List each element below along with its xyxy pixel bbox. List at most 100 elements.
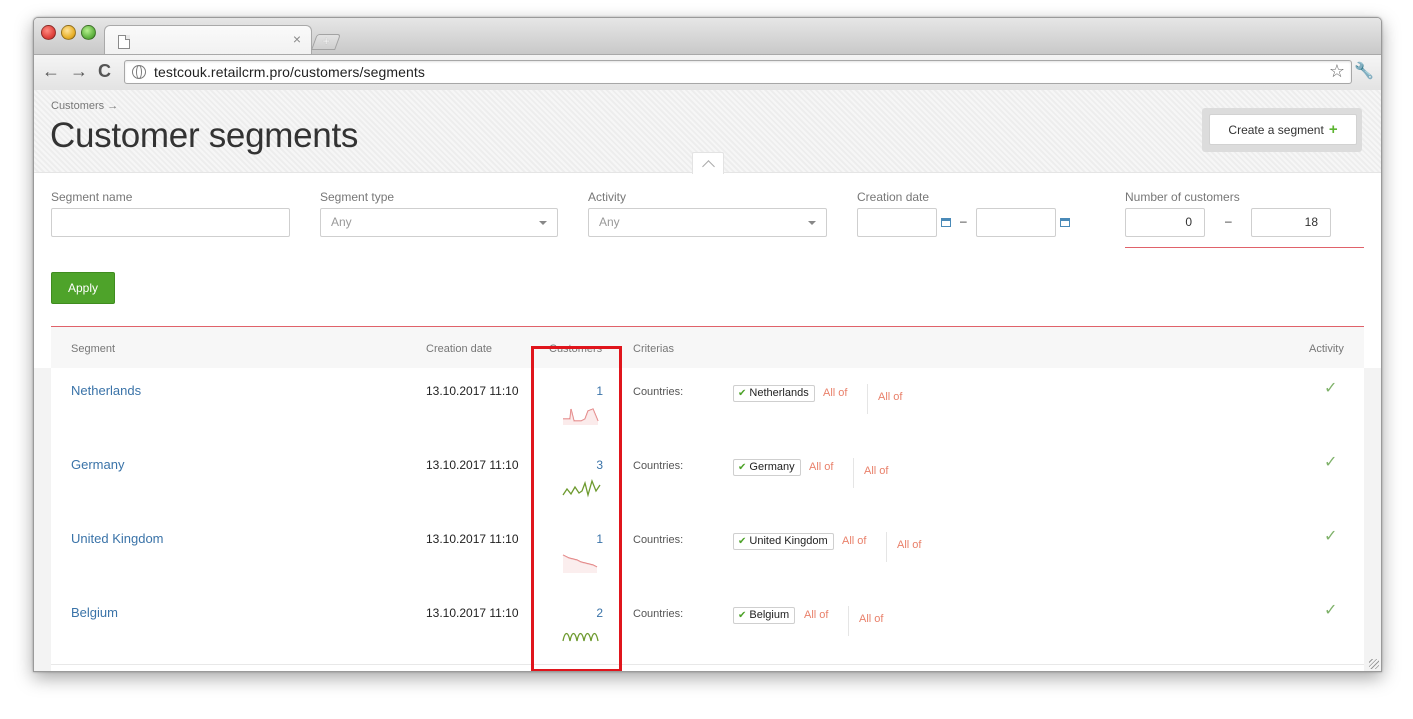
- customers-count-link[interactable]: 2: [591, 606, 603, 620]
- chevron-up-icon: [701, 160, 715, 173]
- col-customers[interactable]: Customers: [549, 343, 602, 355]
- all-of-link[interactable]: All of: [823, 387, 847, 399]
- breadcrumb[interactable]: Customers →: [51, 100, 118, 112]
- close-window-button[interactable]: [41, 25, 56, 40]
- zoom-window-button[interactable]: [81, 25, 96, 40]
- customers-sparkline: [563, 408, 599, 425]
- browser-toolbar: ← → C testcouk.retailcrm.pro/customers/s…: [34, 54, 1381, 91]
- segment-type-select[interactable]: Any: [320, 208, 558, 237]
- creation-date-from-input[interactable]: [857, 208, 937, 237]
- activity-label: Activity: [588, 190, 627, 204]
- creation-date: 13.10.2017 11:10: [426, 606, 519, 620]
- criteria-label: Countries:: [633, 534, 684, 546]
- col-segment[interactable]: Segment: [71, 343, 115, 355]
- segment-name-input[interactable]: [51, 208, 290, 237]
- caret-down-icon: [539, 221, 547, 225]
- check-icon: ✔: [738, 536, 747, 547]
- col-activity[interactable]: Activity: [1309, 343, 1344, 355]
- creation-date: 13.10.2017 11:10: [426, 458, 519, 472]
- customers-to-input[interactable]: 18: [1251, 208, 1331, 237]
- activity-select[interactable]: Any: [588, 208, 827, 237]
- criteria-label: Countries:: [633, 386, 684, 398]
- criteria-divider: [848, 606, 849, 636]
- segment-name-label: Segment name: [51, 190, 133, 204]
- new-tab-button[interactable]: +: [311, 34, 341, 50]
- customers-from-input[interactable]: 0: [1125, 208, 1205, 237]
- creation-date-label: Creation date: [857, 190, 930, 204]
- customers-sparkline: [562, 478, 601, 498]
- table-row: United Kingdom 13.10.2017 11:10 1 Countr…: [51, 516, 1364, 591]
- forward-icon[interactable]: →: [70, 62, 88, 80]
- url-text[interactable]: testcouk.retailcrm.pro/customers/segment…: [154, 64, 425, 80]
- customers-sparkline: [562, 632, 599, 642]
- collapse-header-toggle[interactable]: [692, 152, 724, 174]
- segment-link[interactable]: Germany: [71, 457, 124, 472]
- resize-grip-icon[interactable]: [1369, 659, 1379, 669]
- active-check-icon: ✓: [1324, 528, 1338, 545]
- tab-close-icon[interactable]: ×: [293, 31, 301, 47]
- criteria-label: Countries:: [633, 608, 684, 620]
- create-segment-wrapper: Create a segment +: [1202, 108, 1362, 152]
- criteria-divider: [853, 458, 854, 488]
- page-title: Customer segments: [50, 116, 359, 155]
- criteria-divider: [867, 384, 868, 414]
- customers-count-link[interactable]: 1: [591, 384, 603, 398]
- address-bar[interactable]: testcouk.retailcrm.pro/customers/segment…: [124, 60, 1352, 84]
- browser-tab[interactable]: ×: [104, 25, 312, 55]
- globe-icon: [132, 65, 146, 79]
- calendar-icon[interactable]: [1060, 218, 1070, 227]
- active-check-icon: ✓: [1324, 602, 1338, 619]
- check-icon: ✔: [738, 610, 747, 621]
- table-gutter-right: [1364, 368, 1381, 671]
- all-of-link[interactable]: All of: [878, 391, 902, 403]
- create-segment-button[interactable]: Create a segment +: [1209, 114, 1357, 145]
- segment-link[interactable]: United Kingdom: [71, 531, 164, 546]
- date-range-dash: –: [960, 214, 967, 228]
- all-of-link[interactable]: All of: [842, 535, 866, 547]
- minimize-window-button[interactable]: [61, 25, 76, 40]
- table-header: Segment Creation date Customers Criteria…: [51, 326, 1364, 370]
- number-of-customers-label: Number of customers: [1125, 190, 1240, 204]
- titlebar: × +: [34, 18, 1381, 55]
- caret-down-icon: [808, 221, 816, 225]
- segment-type-label: Segment type: [320, 190, 395, 204]
- creation-date-to-input[interactable]: [976, 208, 1056, 237]
- plus-icon: +: [1328, 121, 1338, 138]
- country-name: United Kingdom: [749, 535, 828, 547]
- col-creation-date[interactable]: Creation date: [426, 343, 492, 355]
- segment-type-value: Any: [331, 215, 352, 229]
- all-of-link[interactable]: All of: [809, 461, 833, 473]
- page-header: Customers → Customer segments Create a s…: [34, 90, 1381, 174]
- number-range-dash: –: [1225, 214, 1232, 228]
- apply-button[interactable]: Apply: [51, 272, 115, 304]
- browser-window: × + ← → C testcouk.retailcrm.pro/custome…: [33, 17, 1382, 672]
- all-of-link[interactable]: All of: [864, 465, 888, 477]
- table-row: Germany 13.10.2017 11:10 3 Countries: ✔ G…: [51, 442, 1364, 517]
- country-name: Belgium: [749, 609, 790, 621]
- check-icon: ✔: [738, 388, 747, 399]
- col-criterias: Criterias: [633, 343, 674, 355]
- check-icon: ✔: [738, 462, 747, 473]
- bookmark-star-icon[interactable]: ☆: [1329, 61, 1345, 82]
- customers-sparkline: [562, 554, 598, 573]
- table-gutter-left: [34, 368, 51, 671]
- all-of-link[interactable]: All of: [859, 613, 883, 625]
- all-of-link[interactable]: All of: [804, 609, 828, 621]
- country-tag: ✔ Germany: [733, 459, 801, 476]
- creation-date: 13.10.2017 11:10: [426, 532, 519, 546]
- country-tag: ✔ United Kingdom: [733, 533, 834, 550]
- create-segment-label: Create a segment: [1228, 123, 1324, 137]
- country-tag: ✔ Belgium: [733, 607, 796, 624]
- calendar-icon[interactable]: [941, 218, 951, 227]
- reload-icon[interactable]: C: [98, 62, 111, 80]
- segment-link[interactable]: Netherlands: [71, 383, 141, 398]
- wrench-icon[interactable]: 🔧: [1354, 61, 1374, 81]
- back-icon[interactable]: ←: [42, 62, 60, 80]
- customers-count-link[interactable]: 3: [591, 458, 603, 472]
- segment-link[interactable]: Belgium: [71, 605, 118, 620]
- all-of-link[interactable]: All of: [897, 539, 921, 551]
- country-name: Netherlands: [749, 387, 809, 399]
- active-check-icon: ✓: [1324, 380, 1338, 397]
- criteria-label: Countries:: [633, 460, 684, 472]
- customers-count-link[interactable]: 1: [591, 532, 603, 546]
